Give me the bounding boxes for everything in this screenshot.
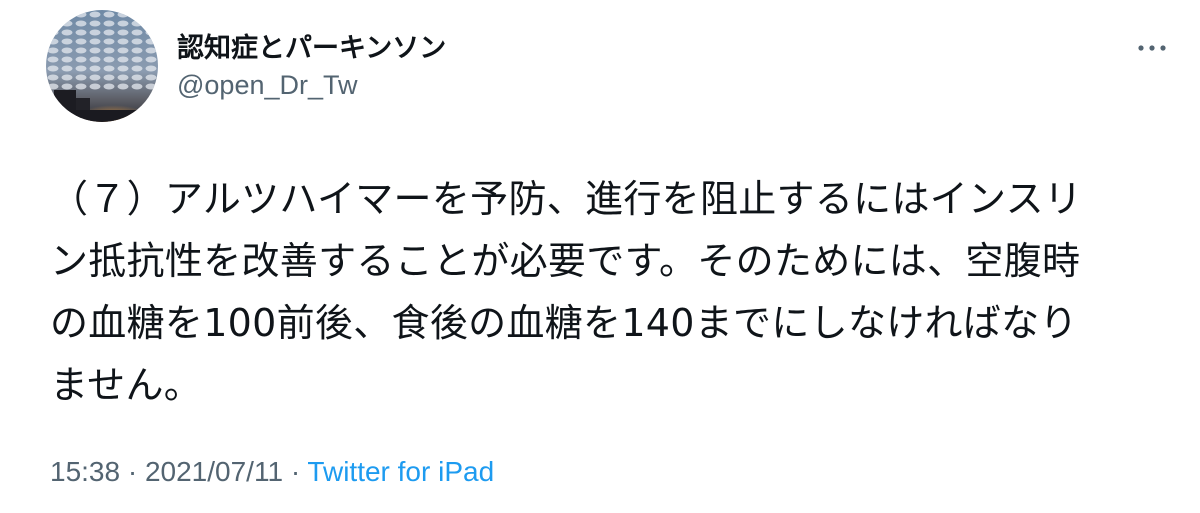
tweet-text-line: の血糖を100前後、食後の血糖を140までにしなければなり: [50, 301, 1078, 345]
tweet-text-line: ン抵抗性を改善することが必要です。そのためには、空腹時: [50, 239, 1081, 283]
tweet-text-line: （７）アルツハイマーを予防、進行を阻止するにはインスリ: [50, 177, 1083, 221]
tweet-date[interactable]: 2021/07/11: [145, 456, 283, 487]
author-avatar[interactable]: [46, 10, 158, 122]
tweet-text: （７）アルツハイマーを予防、進行を阻止するにはインスリ ン抵抗性を改善することが…: [50, 168, 1160, 416]
author-display-name[interactable]: 認知症とパーキンソン: [177, 26, 446, 65]
tweet-time[interactable]: 15:38: [50, 456, 120, 487]
tweet-card: 認知症とパーキンソン @open_Dr_Tw （７）アルツハイマーを予防、進行を…: [0, 0, 1200, 513]
more-options-button[interactable]: [1130, 30, 1174, 66]
tweet-source-link[interactable]: Twitter for iPad: [307, 456, 494, 487]
tweet-metadata: 15:38 · 2021/07/11 · Twitter for iPad: [50, 456, 494, 488]
tweet-text-line: ません。: [50, 363, 203, 407]
meta-separator: ·: [127, 456, 138, 487]
author-handle[interactable]: @open_Dr_Tw: [177, 70, 358, 101]
meta-separator: ·: [290, 456, 301, 487]
avatar-image: [46, 10, 158, 122]
more-horizontal-icon: [1138, 45, 1166, 51]
